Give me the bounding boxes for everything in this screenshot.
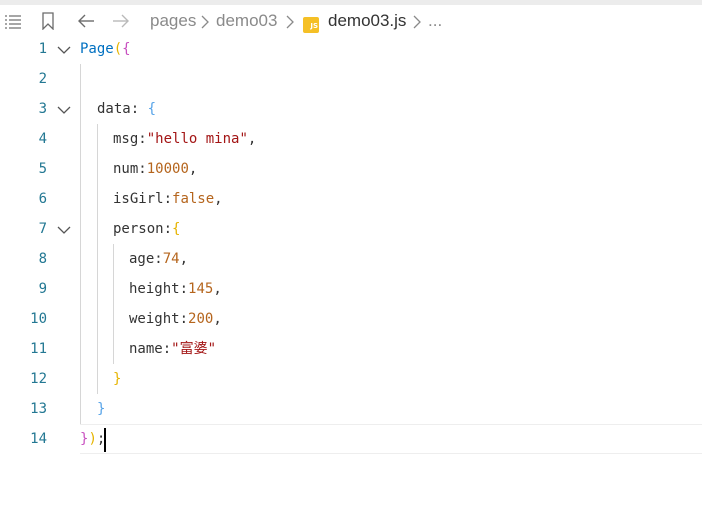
breadcrumb-demo03[interactable]: demo03 [216, 10, 277, 32]
code-line: 10 weight:200, [0, 304, 702, 334]
bookmark-icon[interactable] [41, 11, 55, 31]
code-text: height:145, [129, 279, 222, 299]
code-text: isGirl:false, [113, 189, 223, 209]
code-line: 3 data: { [0, 94, 702, 124]
code-line: 1 Page({ [0, 34, 702, 64]
code-token: 74 [162, 251, 180, 267]
code-text: data: { [97, 99, 156, 119]
line-number: 11 [30, 341, 47, 357]
code-token: : [179, 281, 189, 297]
code-token: 200 [188, 311, 214, 327]
code-token: : [130, 101, 148, 117]
code-token: isGirl [113, 191, 164, 207]
code-text: } [113, 369, 121, 389]
text-cursor [104, 428, 106, 452]
code-line: 7 person:{ [0, 214, 702, 244]
code-line: 13 } [0, 394, 702, 424]
line-number: 3 [38, 101, 47, 117]
code-line: 11 name:"富婆" [0, 334, 702, 364]
code-token: 10000 [146, 161, 189, 177]
code-token: : [138, 161, 147, 177]
arrow-left-icon[interactable] [77, 11, 95, 31]
code-token: , [214, 191, 223, 207]
code-token: : [163, 191, 173, 207]
breadcrumb-pages[interactable]: pages [150, 10, 196, 32]
code-text: } [97, 399, 105, 419]
js-file-icon: JS [303, 17, 319, 33]
code-token: ( [113, 41, 123, 57]
code-line: 6 isGirl:false, [0, 184, 702, 214]
current-line-highlight [80, 424, 702, 454]
code-line: 2 [0, 64, 702, 94]
code-token: : [179, 311, 189, 327]
code-token: : [163, 221, 173, 237]
code-text: num:10000, [113, 159, 197, 179]
code-line: 8 age:74, [0, 244, 702, 274]
line-number: 4 [38, 131, 47, 147]
code-line: 5 num:10000, [0, 154, 702, 184]
code-token: , [247, 131, 257, 147]
line-number: 2 [38, 71, 47, 87]
code-line: 9 height:145, [0, 274, 702, 304]
breadcrumb-ellipsis[interactable]: ... [428, 10, 442, 32]
code-token: weight [129, 311, 180, 327]
line-number: 10 [30, 311, 47, 327]
chevron-down-icon[interactable] [57, 42, 71, 60]
chevron-right-icon [286, 15, 294, 34]
arrow-right-icon[interactable] [112, 11, 130, 31]
code-token: num [113, 161, 139, 177]
code-token: data [97, 101, 131, 117]
line-number: 13 [30, 401, 47, 417]
list-menu-icon[interactable] [4, 11, 22, 31]
code-text: msg:"hello mina", [113, 129, 256, 149]
code-token: { [147, 101, 157, 117]
line-number: 1 [38, 41, 47, 57]
code-text: Page({ [80, 39, 131, 59]
line-number: 8 [38, 251, 47, 267]
code-token: } [97, 401, 106, 417]
line-number: 9 [38, 281, 47, 297]
code-text: age:74, [129, 249, 188, 269]
code-token: { [172, 221, 181, 237]
code-text: weight:200, [129, 309, 222, 329]
code-text: person:{ [113, 219, 180, 239]
code-token: : [154, 251, 163, 267]
code-token: "富婆" [171, 341, 217, 357]
code-token: , [213, 311, 222, 327]
chevron-down-icon[interactable] [57, 102, 71, 120]
code-token: name [129, 341, 163, 357]
code-token: person [113, 221, 164, 237]
code-text: name:"富婆" [129, 339, 216, 359]
line-number: 7 [38, 221, 47, 237]
editor-breadcrumb-bar: pages demo03 JS demo03.js ... [0, 5, 702, 37]
line-number: 6 [38, 191, 47, 207]
line-number: 5 [38, 161, 47, 177]
code-token: : [138, 131, 147, 147]
code-token: 145 [188, 281, 214, 297]
code-token: false [172, 191, 215, 207]
chevron-down-icon[interactable] [57, 222, 71, 240]
chevron-right-icon [413, 15, 421, 34]
code-token: , [179, 251, 189, 267]
code-token: , [213, 281, 222, 297]
code-token: "hello mina" [146, 131, 248, 147]
code-token: height [129, 281, 180, 297]
code-token: : [162, 341, 172, 357]
code-line: 12 } [0, 364, 702, 394]
code-token: age [129, 251, 155, 267]
code-line: 4 msg:"hello mina", [0, 124, 702, 154]
chevron-right-icon [201, 15, 209, 34]
code-token: Page [80, 41, 114, 57]
code-token: { [122, 41, 131, 57]
code-token: msg [113, 131, 139, 147]
line-number: 14 [30, 431, 47, 447]
line-number: 12 [30, 371, 47, 387]
code-token: } [113, 371, 122, 387]
breadcrumb-file[interactable]: demo03.js [328, 10, 406, 32]
code-token: , [188, 161, 198, 177]
